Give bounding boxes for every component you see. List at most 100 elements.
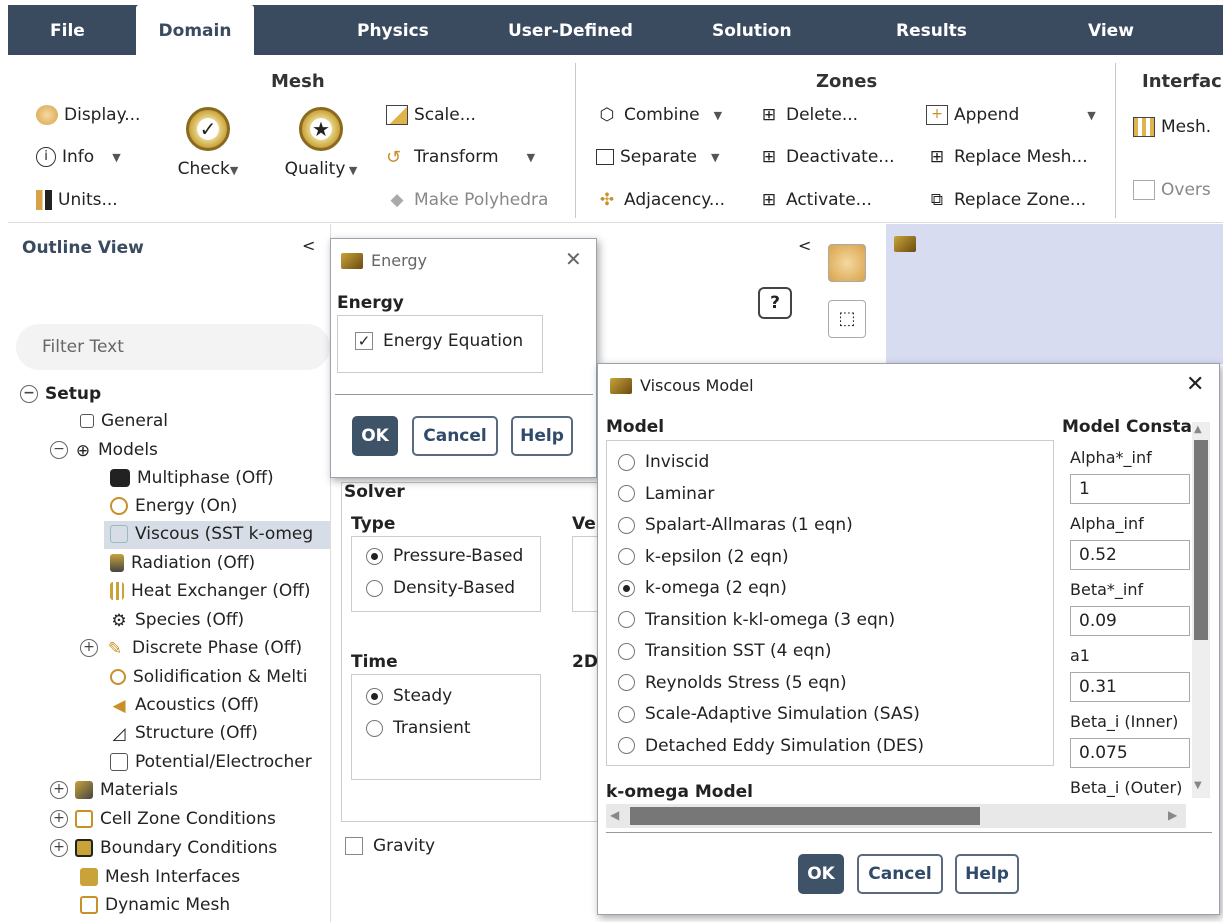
tab-file[interactable]: File [50,5,85,55]
tree-species[interactable]: ⚙ Species (Off) [110,610,244,631]
tree-acoustics[interactable]: ◀ Acoustics (Off) [110,695,259,716]
tab-physics[interactable]: Physics [357,5,429,55]
tab-user-defined[interactable]: User-Defined [508,5,633,55]
delete-button[interactable]: ⊞ Delete... [758,105,858,125]
transient-radio[interactable]: Transient [366,718,471,738]
horizontal-scrollbar[interactable]: ◀ ▶ [606,804,1186,828]
tab-solution[interactable]: Solution [712,5,792,55]
close-icon[interactable]: ✕ [565,247,582,271]
scale-button[interactable]: Scale... [386,105,476,125]
append-button[interactable]: + Append ▼ [926,105,1096,125]
tree-mesh-interfaces[interactable]: Mesh Interfaces [80,867,240,887]
tree-radiation[interactable]: Radiation (Off) [110,553,255,573]
tree-structure[interactable]: ◿ Structure (Off) [110,723,257,744]
transform-button[interactable]: ↺ Transform ▼ [386,147,535,168]
energy-equation-checkbox[interactable]: ✓ Energy Equation [355,331,523,351]
tree-boundary-conditions[interactable]: + Boundary Conditions [50,838,277,858]
hscroll-thumb[interactable] [630,807,980,825]
tree-energy[interactable]: Energy (On) [110,496,237,516]
scroll-down-icon[interactable]: ▼ [1194,780,1202,791]
expand-icon[interactable]: + [50,781,68,799]
expand-icon[interactable]: + [50,839,68,857]
viscous-icon [110,525,128,543]
collapse-icon[interactable]: − [20,385,38,403]
units-button[interactable]: Units... [36,190,118,210]
time-label: Time [351,652,398,672]
tree-general[interactable]: General [80,411,168,431]
scroll-left-icon[interactable]: ◀ [610,808,619,822]
quality-button[interactable]: ★ Quality ▼ [280,107,362,179]
activate-button[interactable]: ⊞ Activate... [758,190,872,210]
filter-input[interactable]: Filter Text [16,324,330,370]
tree-discrete-phase[interactable]: + ✎ Discrete Phase (Off) [80,638,302,659]
model-radio-7[interactable]: Reynolds Stress (5 eqn) [618,673,847,693]
constant-field-0[interactable]: 1 [1070,474,1190,504]
adjacency-button[interactable]: ✣ Adjacency... [596,190,725,210]
energy-help-button[interactable]: Help [511,416,573,456]
boundary-icon [75,839,93,857]
pressure-based-radio[interactable]: Pressure-Based [366,546,523,566]
scrollbar-thumb[interactable] [1194,440,1208,640]
model-radio-0[interactable]: Inviscid [618,452,709,472]
replace-mesh-button[interactable]: ⊞ Replace Mesh... [926,147,1088,167]
steady-radio[interactable]: Steady [366,686,452,706]
constant-field-3[interactable]: 0.31 [1070,672,1190,702]
model-radio-1[interactable]: Laminar [618,484,714,504]
tree-heat-exchanger[interactable]: Heat Exchanger (Off) [110,581,311,601]
tree-dynamic-mesh[interactable]: Dynamic Mesh [80,895,230,915]
tree-setup[interactable]: − Setup [20,384,101,404]
close-icon[interactable]: ✕ [1186,372,1204,397]
density-based-radio[interactable]: Density-Based [366,578,515,598]
tab-view[interactable]: View [1088,5,1134,55]
make-polyhedra-button[interactable]: ◆ Make Polyhedra [386,190,548,210]
tree-potential[interactable]: Potential/Electrocher [110,752,312,772]
mesh-view-icon[interactable] [828,244,866,282]
tree-cell-zone-conditions[interactable]: + Cell Zone Conditions [50,809,276,829]
scroll-right-icon[interactable]: ▶ [1168,808,1177,822]
deactivate-button[interactable]: ⊞ Deactivate... [758,147,895,167]
scroll-up-icon[interactable]: ▲ [1194,424,1202,435]
cube-view-icon[interactable]: ⬚ [828,300,866,338]
tree-models[interactable]: − ⊕ Models [50,440,158,461]
model-radio-4[interactable]: k-omega (2 eqn) [618,578,787,598]
viscous-cancel-button[interactable]: Cancel [857,854,943,894]
tree-solidification[interactable]: Solidification & Melti [110,667,308,687]
constant-field-4[interactable]: 0.075 [1070,738,1190,768]
gravity-checkbox[interactable]: Gravity [345,836,435,856]
overset-button[interactable]: Overs [1133,180,1211,200]
model-radio-9[interactable]: Detached Eddy Simulation (DES) [618,736,924,756]
check-button[interactable]: ✓ Check▼ [173,107,243,179]
expand-icon[interactable]: + [50,810,68,828]
tree-viscous[interactable]: Viscous (SST k-omeg [110,524,313,544]
ansys-logo-icon [894,236,916,252]
viscous-ok-button[interactable]: OK [798,854,844,894]
expand-icon[interactable]: + [80,639,98,657]
model-radio-8[interactable]: Scale-Adaptive Simulation (SAS) [618,704,920,724]
display-button[interactable]: Display... [36,105,140,125]
constant-field-2[interactable]: 0.09 [1070,606,1190,636]
model-radio-2[interactable]: Spalart-Allmaras (1 eqn) [618,515,853,535]
combine-button[interactable]: ⬡ Combine ▼ [596,105,722,125]
viscous-help-button[interactable]: Help [955,854,1019,894]
collapse-outline-icon[interactable]: < [302,236,315,255]
energy-cancel-button[interactable]: Cancel [412,416,498,456]
tab-results[interactable]: Results [896,5,967,55]
heat-exchanger-icon [110,582,124,600]
panel-help-icon[interactable]: ? [758,287,792,319]
tree-multiphase[interactable]: Multiphase (Off) [110,468,274,488]
separate-button[interactable]: Separate ▼ [596,147,719,167]
type-label: Type [351,514,396,534]
tree-materials[interactable]: + Materials [50,780,178,800]
collapse-panel-icon[interactable]: < [798,236,811,255]
model-radio-3[interactable]: k-epsilon (2 eqn) [618,547,789,567]
interface-mesh-button[interactable]: Mesh. [1133,117,1211,137]
collapse-icon[interactable]: − [50,441,68,459]
replace-zone-button[interactable]: ⧉ Replace Zone... [926,190,1086,210]
model-radio-5[interactable]: Transition k-kl-omega (3 eqn) [618,610,895,630]
constant-field-1[interactable]: 0.52 [1070,540,1190,570]
tab-domain[interactable]: Domain [136,5,254,55]
info-button[interactable]: i Info ▼ [36,147,121,167]
constants-scrollbar[interactable]: ▲ ▼ [1192,422,1210,798]
energy-ok-button[interactable]: OK [352,416,398,456]
model-radio-6[interactable]: Transition SST (4 eqn) [618,641,832,661]
